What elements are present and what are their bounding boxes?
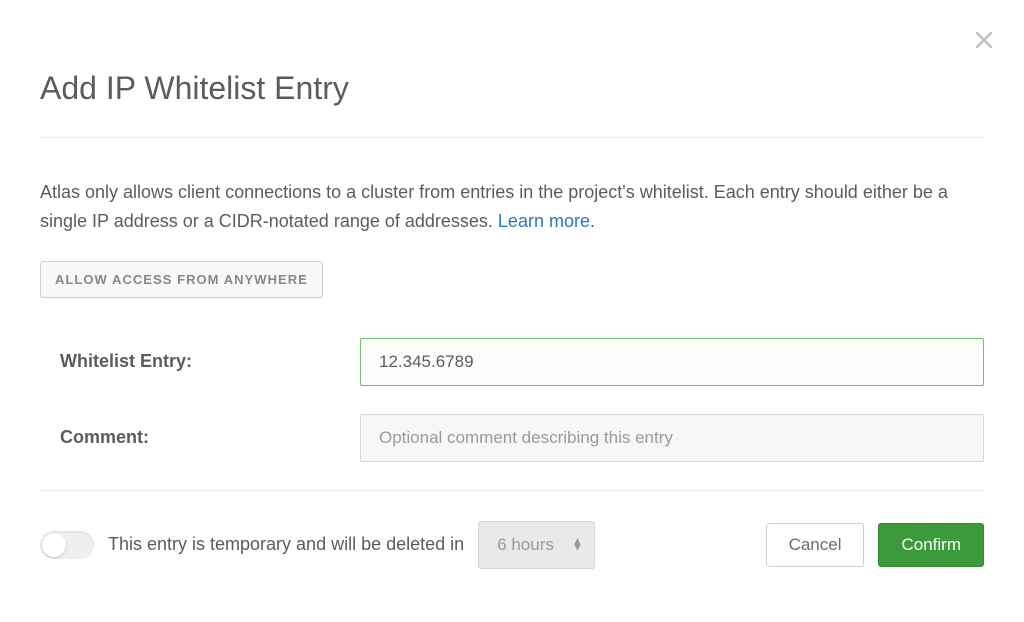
description-period: . xyxy=(590,211,595,231)
duration-select-value: 6 hours xyxy=(497,535,554,555)
temporary-toggle-label: This entry is temporary and will be dele… xyxy=(108,534,464,555)
divider xyxy=(40,137,984,138)
learn-more-link[interactable]: Learn more xyxy=(498,211,590,231)
whitelist-entry-input[interactable] xyxy=(360,338,984,386)
divider xyxy=(40,490,984,491)
chevron-up-down-icon: ▲ ▼ xyxy=(572,538,583,551)
add-ip-whitelist-modal: Add IP Whitelist Entry Atlas only allows… xyxy=(0,0,1024,609)
description-text: Atlas only allows client connections to … xyxy=(40,182,948,231)
duration-select[interactable]: 6 hours ▲ ▼ xyxy=(478,521,595,569)
comment-input[interactable] xyxy=(360,414,984,462)
comment-row: Comment: xyxy=(40,414,984,462)
comment-label: Comment: xyxy=(40,427,360,448)
temporary-toggle[interactable] xyxy=(40,531,94,559)
whitelist-entry-label: Whitelist Entry: xyxy=(40,351,360,372)
confirm-button[interactable]: Confirm xyxy=(878,523,984,567)
modal-footer: This entry is temporary and will be dele… xyxy=(40,521,984,569)
toggle-knob xyxy=(42,533,66,557)
allow-access-anywhere-button[interactable]: ALLOW ACCESS FROM ANYWHERE xyxy=(40,261,323,298)
modal-title: Add IP Whitelist Entry xyxy=(40,30,984,107)
whitelist-entry-row: Whitelist Entry: xyxy=(40,338,984,386)
modal-description: Atlas only allows client connections to … xyxy=(40,178,984,236)
close-icon[interactable] xyxy=(974,30,994,50)
cancel-button[interactable]: Cancel xyxy=(766,523,865,567)
